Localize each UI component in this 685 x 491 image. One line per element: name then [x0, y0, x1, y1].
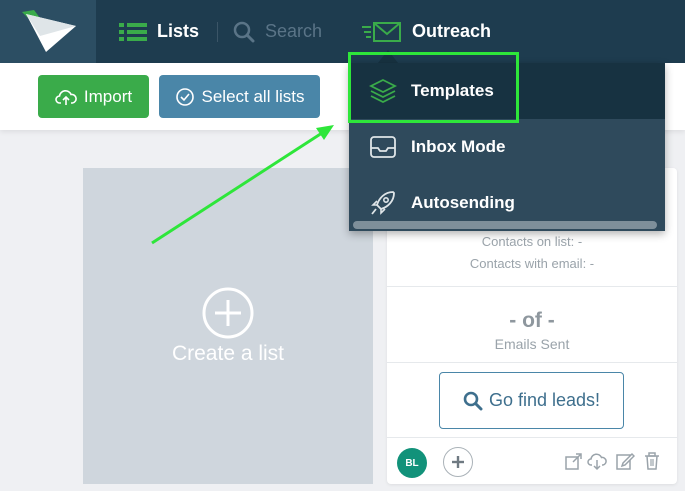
annotation-arrow: [151, 125, 334, 245]
